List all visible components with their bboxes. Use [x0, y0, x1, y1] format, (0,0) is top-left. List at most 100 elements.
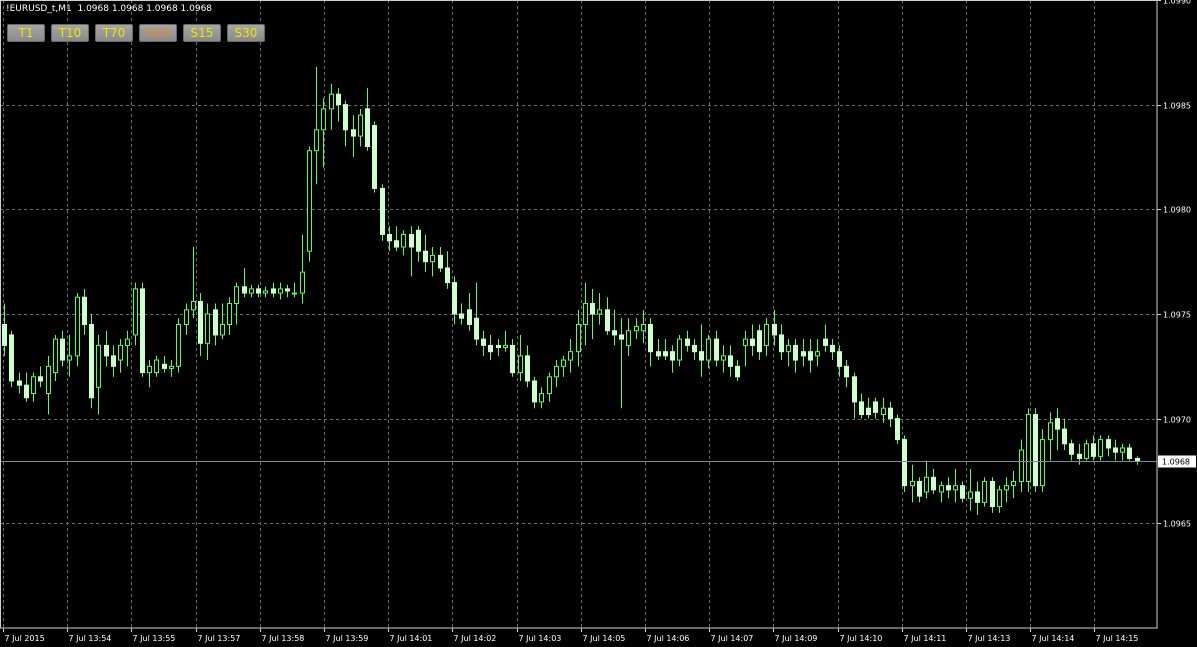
- candle-body: [307, 150, 312, 252]
- candle-body: [619, 334, 624, 340]
- y-tick-label: 1.0970: [1163, 416, 1191, 425]
- candle-body: [801, 351, 806, 357]
- t1-button[interactable]: T1: [7, 24, 45, 42]
- candle-body: [590, 303, 595, 315]
- s15-button[interactable]: S15: [183, 24, 221, 42]
- candle-body: [917, 480, 922, 497]
- candle-body: [394, 240, 399, 248]
- candle-body: [692, 344, 697, 353]
- candle-body: [931, 476, 936, 491]
- candle-body: [496, 344, 501, 348]
- candle-body: [191, 300, 196, 311]
- candle-body: [714, 338, 719, 361]
- candle-body: [53, 338, 58, 374]
- candle-body: [488, 344, 493, 353]
- t70-button[interactable]: T70: [95, 24, 133, 42]
- candle-body: [815, 351, 820, 357]
- candle-body: [1127, 447, 1132, 459]
- candle-body: [910, 480, 915, 487]
- candle-body: [351, 129, 356, 137]
- t10-button[interactable]: T10: [51, 24, 89, 42]
- candle-body: [830, 344, 835, 353]
- x-tick-label: 7 Jul 14:09: [775, 634, 818, 643]
- candle-body: [852, 376, 857, 403]
- candle-body: [111, 355, 116, 367]
- candle-body: [430, 254, 435, 263]
- candle-body: [438, 254, 443, 269]
- s30-button[interactable]: S30: [227, 24, 265, 42]
- candle-body: [343, 104, 348, 131]
- candle-body: [285, 288, 290, 292]
- candle-body: [17, 380, 22, 386]
- candle-body: [104, 344, 109, 357]
- candle-body: [626, 330, 631, 346]
- candle-body: [220, 323, 225, 336]
- candle-body: [939, 485, 944, 493]
- bid-price-label: 1.0968: [1162, 458, 1190, 467]
- candle-body: [336, 93, 341, 106]
- candle-body: [452, 282, 457, 315]
- candle-body: [292, 292, 297, 295]
- candle-body: [176, 323, 181, 367]
- ohlc-label: 1.0968 1.0968 1.0968 1.0968: [77, 4, 213, 14]
- candle-body: [728, 355, 733, 367]
- candle-body: [38, 376, 43, 382]
- candle-body: [154, 359, 159, 374]
- candle-body: [82, 296, 87, 325]
- s10-button[interactable]: S10: [139, 24, 177, 42]
- candle-body: [1077, 453, 1082, 459]
- candle-body: [75, 296, 80, 357]
- candle-body: [263, 290, 268, 294]
- candle-body: [227, 303, 232, 325]
- candle-body: [365, 108, 370, 148]
- candle-body: [242, 286, 247, 294]
- candle-body: [1055, 418, 1060, 430]
- x-tick-label: 7 Jul 13:55: [133, 634, 176, 643]
- candle-body: [1019, 449, 1024, 482]
- candle-body: [358, 114, 363, 137]
- candle-body: [467, 309, 472, 325]
- candle-body: [808, 351, 813, 361]
- candle-body: [140, 288, 145, 374]
- candle-body: [481, 338, 486, 346]
- x-tick-label: 7 Jul 14:13: [968, 634, 1011, 643]
- timeframe-toolbar: T1 T10 T70 S10 S15 S30: [7, 24, 265, 42]
- x-tick-label: 7 Jul 13:59: [326, 634, 369, 643]
- candle-body: [793, 344, 798, 361]
- candle-body: [946, 485, 951, 491]
- candle-body: [960, 485, 965, 499]
- candle-body: [975, 491, 980, 503]
- candle-body: [873, 401, 878, 413]
- candle-body: [314, 129, 319, 152]
- candle-body: [612, 330, 617, 336]
- candle-body: [1062, 428, 1067, 445]
- candle-body: [198, 300, 203, 344]
- candle-body: [372, 125, 377, 189]
- candle-body: [1113, 447, 1118, 453]
- x-tick-label: 7 Jul 13:58: [262, 634, 305, 643]
- candle-body: [60, 338, 65, 361]
- candle-body: [474, 317, 479, 340]
- candle-body: [1033, 413, 1038, 487]
- symbol-label: !EURUSD_t,M1: [6, 4, 72, 14]
- x-tick-label: 7 Jul 2015: [5, 634, 45, 643]
- candle-body: [881, 407, 886, 415]
- candle-body: [866, 407, 871, 415]
- candle-body: [888, 407, 893, 420]
- axis-layer: 1.0990 1.0985 1.0980 1.0975 1.0970 1.0965 7 Ju…: [0, 0, 1191, 643]
- candle-body: [735, 365, 740, 378]
- candle-body: [561, 359, 566, 367]
- candle-body: [634, 326, 639, 332]
- candle-body: [641, 323, 646, 332]
- candle-body: [329, 93, 334, 110]
- candle-body: [213, 309, 218, 336]
- candle-body: [118, 344, 123, 361]
- candle-body: [663, 351, 668, 357]
- y-tick-label: 1.0975: [1163, 311, 1191, 320]
- x-tick-label: 7 Jul 14:10: [840, 634, 883, 643]
- candlestick-chart[interactable]: 1.0968 1.09901.09851.09801.09751.09701.0…: [0, 0, 1197, 647]
- candles-layer: [2, 66, 1140, 515]
- candle-body: [2, 323, 7, 346]
- candle-body: [597, 309, 602, 315]
- candle-body: [844, 365, 849, 378]
